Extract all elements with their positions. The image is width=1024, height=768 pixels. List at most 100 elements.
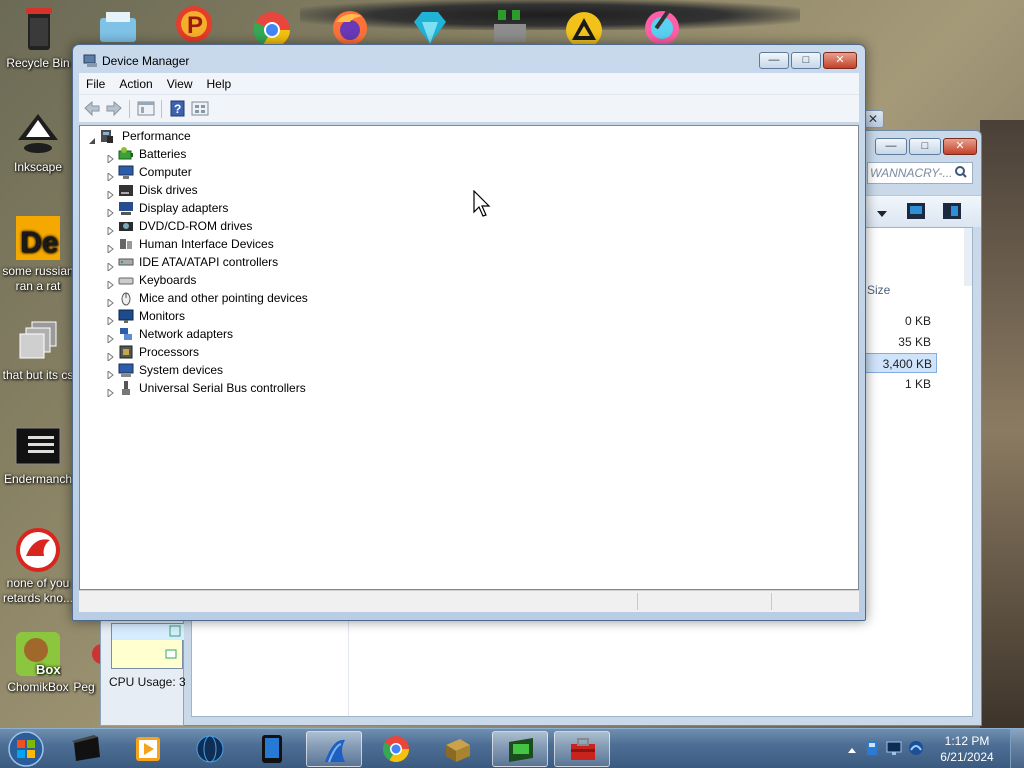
desktop-icon-some-russian[interactable]: De some russian ran a rat — [0, 214, 76, 294]
show-desktop-button[interactable] — [1010, 729, 1024, 768]
expand-arrow-icon[interactable] — [107, 348, 115, 363]
firefox-icon[interactable] — [328, 6, 372, 45]
taskbar-archive-button[interactable] — [430, 731, 486, 767]
computer-root-icon — [99, 128, 115, 144]
view-icon[interactable] — [191, 100, 209, 117]
device-manager-titlebar[interactable]: Device Manager — □ ✕ — [73, 45, 865, 75]
taskbar-shark-fin-button[interactable] — [306, 731, 362, 767]
desktop-icon-recycle-bin[interactable]: Recycle Bin — [0, 6, 76, 71]
window-title: Device Manager — [102, 54, 190, 68]
archive-icon — [444, 735, 472, 766]
expand-arrow-icon[interactable] — [107, 186, 115, 201]
svg-text:De: De — [20, 226, 58, 259]
desktop-icon-label: none of you retards kno... — [2, 576, 74, 605]
taskbar-terminal-button[interactable] — [58, 731, 114, 767]
tree-node-label: Processors — [139, 345, 200, 359]
tray-app-icon[interactable] — [864, 740, 880, 759]
chevron-down-icon[interactable] — [877, 208, 887, 222]
menu-view[interactable]: View — [160, 73, 200, 95]
peg-icon — [64, 630, 112, 678]
dragon-icon — [14, 526, 62, 574]
collapse-arrow-icon[interactable] — [88, 132, 96, 144]
chrome-top-icon[interactable] — [250, 6, 294, 48]
endermanch-icon — [14, 422, 62, 470]
tree-node-label: Display adapters — [139, 201, 229, 215]
expand-arrow-icon[interactable] — [107, 222, 115, 237]
tree-node-label: Human Interface Devices — [139, 237, 274, 251]
file-size-cell[interactable]: 35 KB — [863, 332, 935, 352]
expand-arrow-icon[interactable] — [107, 258, 115, 273]
explorer-close-button[interactable]: ✕ — [943, 138, 977, 155]
back-arrow-icon[interactable] — [83, 100, 101, 117]
desktop-icon-peg[interactable]: Peg — [64, 630, 112, 695]
explorer-maximize-button[interactable]: □ — [909, 138, 941, 155]
taskbar-tablet-button[interactable] — [244, 731, 300, 767]
forward-arrow-icon[interactable] — [105, 100, 123, 117]
desktop-icon-none-of-you[interactable]: none of you retards kno... — [0, 526, 76, 606]
help-icon[interactable]: ? — [169, 100, 187, 117]
p-app-icon[interactable]: P — [172, 6, 216, 44]
file-size-cell-selected[interactable]: 3,400 KB — [865, 353, 937, 373]
expand-arrow-icon[interactable] — [107, 330, 115, 345]
taskbar-monitor-app-button[interactable] — [492, 731, 548, 767]
computer-icon — [118, 164, 134, 180]
recycle-bin-icon — [14, 6, 62, 54]
triangle-app-icon[interactable] — [562, 6, 606, 48]
cpu-usage-label: CPU Usage: 37 — [109, 675, 185, 689]
menu-help[interactable]: Help — [200, 73, 239, 95]
details-pane-icon[interactable] — [943, 203, 961, 222]
minimize-button[interactable]: — — [759, 52, 789, 69]
desktop-icon-inkscape[interactable]: Inkscape — [0, 110, 76, 175]
task-manager-window[interactable]: CPU Usage: 37 — [100, 618, 185, 726]
diamond-icon[interactable] — [408, 6, 452, 44]
expand-arrow-icon[interactable] — [107, 366, 115, 381]
taskbar-chrome-button[interactable] — [368, 731, 424, 767]
desktop-icon-endermanch[interactable]: Endermanch — [0, 422, 76, 487]
expand-arrow-icon[interactable] — [107, 294, 115, 309]
file-size-cell[interactable]: 1 KB — [863, 374, 935, 394]
wallpaper-right-edge — [980, 120, 1024, 740]
svg-text:?: ? — [174, 102, 181, 116]
display-adapter-icon — [118, 200, 134, 216]
de-icon: De — [14, 214, 62, 262]
cpu-graph — [111, 623, 184, 669]
tree-node-label: IDE ATA/ATAPI controllers — [139, 255, 279, 269]
taskbar-media-player-button[interactable] — [120, 731, 176, 767]
device-manager-window[interactable]: Device Manager — □ ✕ File Action View Help … — [72, 44, 866, 621]
maximize-button[interactable]: □ — [791, 52, 821, 69]
expand-arrow-icon[interactable] — [107, 240, 115, 255]
preview-pane-icon[interactable] — [907, 203, 925, 222]
taskbar-toolbox-button[interactable] — [554, 731, 610, 767]
expand-arrow-icon[interactable] — [107, 150, 115, 165]
inkscape-icon — [14, 110, 62, 158]
monitor-icon — [118, 308, 134, 324]
tray-display-icon[interactable] — [886, 740, 902, 759]
expand-arrow-icon[interactable] — [107, 276, 115, 291]
start-button[interactable] — [3, 730, 49, 768]
explorer-minimize-button[interactable]: — — [875, 138, 907, 155]
tray-expand-icon[interactable] — [848, 744, 856, 758]
size-column-header[interactable]: Size — [867, 283, 955, 303]
menu-action[interactable]: Action — [112, 73, 159, 95]
device-tree[interactable]: Performance Batteries Computer Disk drives… — [79, 125, 859, 590]
chomikbox-icon: Box — [14, 630, 62, 678]
expand-arrow-icon[interactable] — [107, 384, 115, 399]
clock[interactable]: 1:12 PM 6/21/2024 — [932, 733, 1002, 765]
expand-arrow-icon[interactable] — [107, 204, 115, 219]
desktop-icon-label: Peg — [73, 680, 95, 694]
green-app-icon[interactable] — [488, 6, 532, 44]
desktop-icon-that-but-its-cs[interactable]: that but its cs — [0, 318, 76, 383]
tree-node-label: Keyboards — [139, 273, 197, 287]
file-size-cell[interactable]: 0 KB — [863, 311, 935, 331]
system-tray: 1:12 PM 6/21/2024 — [834, 729, 1024, 768]
close-button[interactable]: ✕ — [823, 52, 857, 69]
paint-app-icon[interactable] — [640, 6, 684, 45]
expand-arrow-icon[interactable] — [107, 168, 115, 183]
taskbar-globe-button[interactable] — [182, 731, 238, 767]
menu-file[interactable]: File — [79, 73, 112, 95]
properties-icon[interactable] — [137, 100, 155, 117]
network-icon[interactable] — [908, 740, 924, 759]
expand-arrow-icon[interactable] — [107, 312, 115, 327]
tree-root-label: Performance — [122, 129, 191, 143]
launcher-icon[interactable] — [96, 6, 140, 44]
